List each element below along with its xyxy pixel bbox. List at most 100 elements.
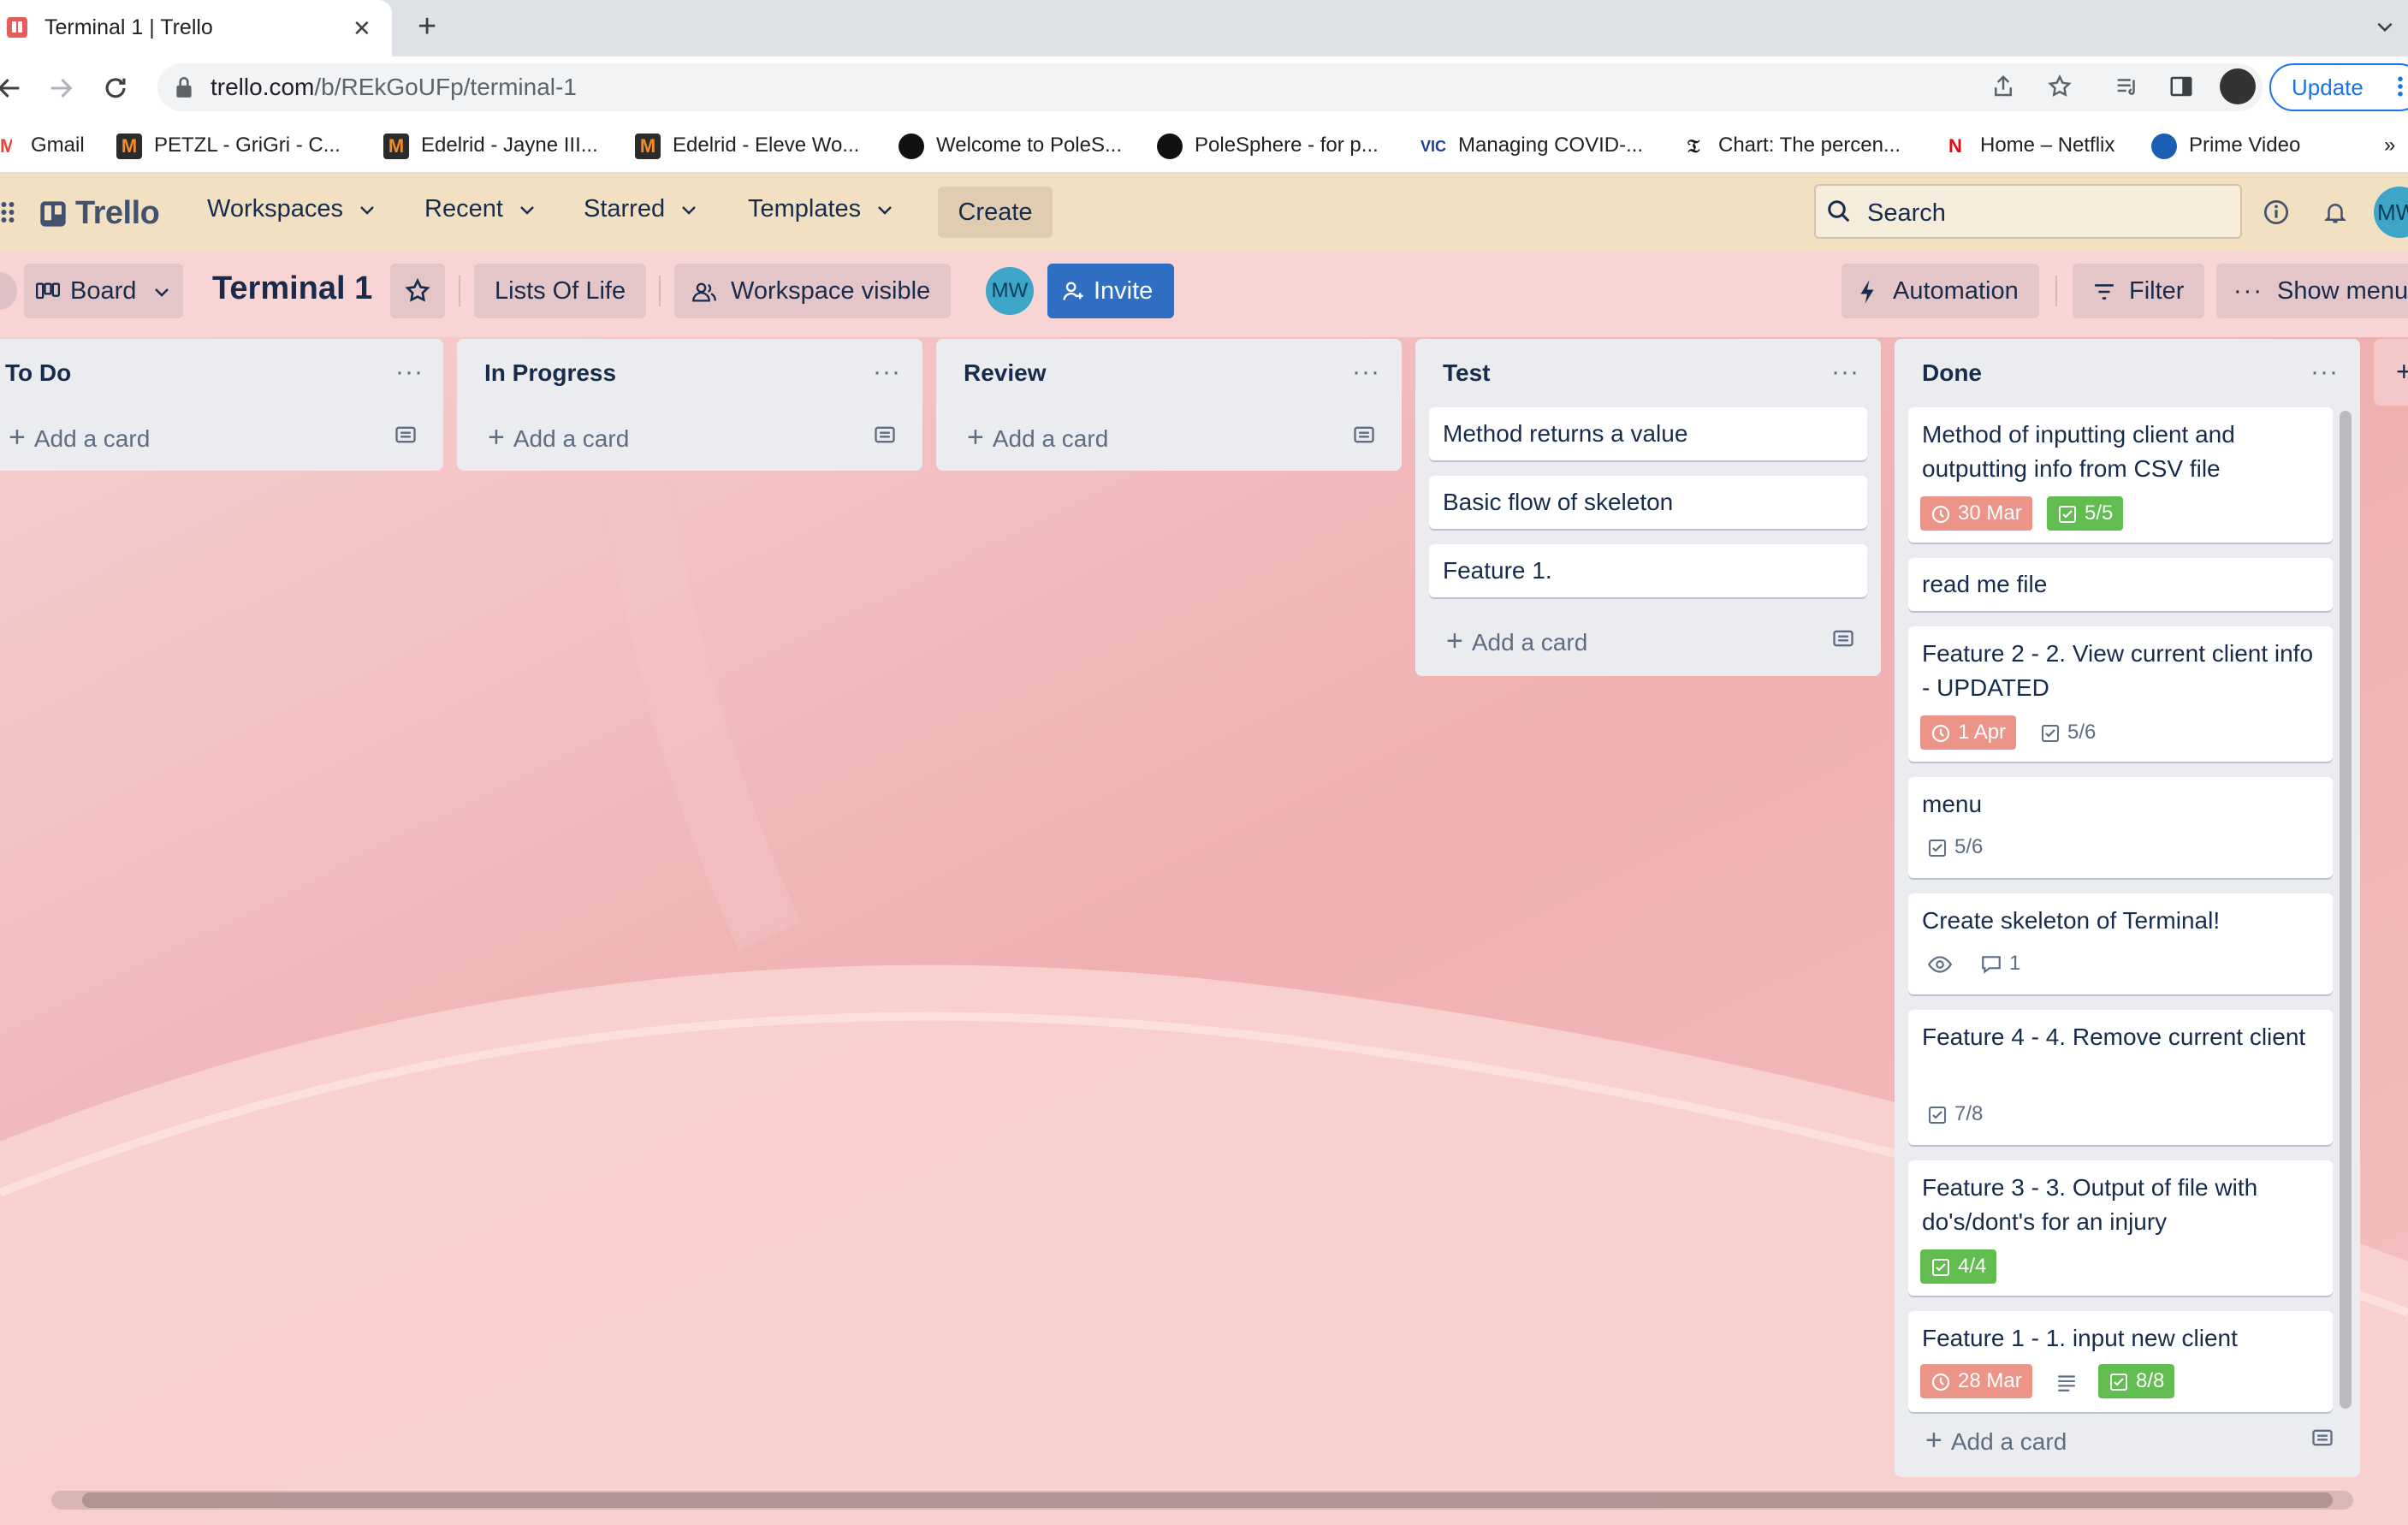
card-title: Feature 2 - 2. View current client info … (1922, 640, 2314, 701)
bookmark-chart[interactable]: 𝔗 Chart: The percen... (1681, 132, 1901, 159)
card-title: Method of inputting client and outputtin… (1922, 421, 2235, 482)
create-from-template-icon[interactable] (873, 423, 897, 447)
lock-icon[interactable] (173, 75, 195, 99)
card[interactable]: Feature 2 - 2. View current client info … (1908, 626, 2333, 762)
board-view-switcher[interactable]: Board (24, 264, 183, 318)
nav-label: Workspaces (207, 195, 344, 223)
card[interactable]: Create skeleton of Terminal! 1 (1908, 893, 2333, 994)
bookmark-prime-video[interactable]: Prime Video (2151, 132, 2300, 159)
add-card-button[interactable]: + Add a card (488, 421, 629, 454)
card[interactable]: Feature 1 - 1. input new client 28 Mar 8… (1908, 1311, 2333, 1412)
visibility-button[interactable]: Workspace visible (674, 264, 952, 318)
create-from-template-icon[interactable] (1352, 423, 1376, 447)
clock-icon (1931, 1373, 1950, 1391)
bookmark-polesphere[interactable]: PoleSphere - for p... (1157, 132, 1379, 159)
url-text[interactable]: trello.com/b/REkGoUFp/terminal-1 (211, 74, 577, 101)
bookmarks-overflow[interactable]: » (2384, 132, 2395, 159)
search-icon (1828, 200, 1850, 223)
card-title: Feature 1. (1443, 557, 1552, 584)
list-scrollbar[interactable] (2340, 411, 2352, 1409)
share-icon[interactable] (1990, 74, 2016, 99)
add-list-plus-icon: + (2396, 356, 2408, 387)
tab-search-chevron-icon[interactable] (2374, 15, 2396, 38)
notifications-bell-icon[interactable] (2322, 199, 2348, 226)
create-from-template-icon[interactable] (2310, 1426, 2334, 1450)
due-date-badge[interactable]: 30 Mar (1920, 496, 2032, 531)
bookmark-edelrid-eleve[interactable]: M Edelrid - Eleve Wo... (635, 132, 859, 159)
recent-menu[interactable]: Recent (424, 195, 537, 223)
bookmark-covid[interactable]: VIC Managing COVID-... (1420, 132, 1643, 159)
reload-icon[interactable] (101, 74, 130, 103)
card[interactable]: Feature 1. (1429, 544, 1867, 597)
list-title[interactable]: To Do (5, 359, 71, 387)
list-menu-icon[interactable]: ··· (395, 358, 424, 387)
bookmark-star-icon[interactable] (2047, 74, 2073, 99)
due-date-badge[interactable]: 1 Apr (1920, 715, 2017, 750)
trello-logo[interactable]: Trello (39, 195, 160, 232)
checklist-icon (1932, 1258, 1949, 1276)
add-card-button[interactable]: + Add a card (9, 421, 150, 454)
workspace-button[interactable]: Lists Of Life (474, 264, 647, 318)
board-scroll-thumb[interactable] (82, 1492, 2333, 1508)
watching-badge (1920, 946, 1966, 981)
back-arrow-icon[interactable] (0, 74, 24, 103)
chrome-menu-icon[interactable] (2396, 74, 2405, 99)
card[interactable]: Basic flow of skeleton (1429, 476, 1867, 529)
close-tab-icon[interactable]: ✕ (353, 15, 371, 42)
list-menu-icon[interactable]: ··· (1831, 358, 1859, 387)
bookmark-petzl[interactable]: M PETZL - GriGri - C... (116, 132, 341, 159)
card[interactable]: menu 5/6 (1908, 777, 2333, 878)
due-date-badge[interactable]: 28 Mar (1920, 1364, 2032, 1398)
checklist-icon (2042, 724, 2059, 742)
info-icon[interactable] (2263, 199, 2290, 226)
card[interactable]: Feature 3 - 3. Output of file with do's/… (1908, 1160, 2333, 1296)
add-card-label: Add a card (1950, 1428, 2067, 1455)
board-member-avatar[interactable]: MW (986, 267, 1034, 315)
starred-menu[interactable]: Starred (584, 195, 699, 223)
bookmark-edelrid-jayne[interactable]: M Edelrid - Jayne III... (383, 132, 598, 159)
automation-button[interactable]: Automation (1842, 264, 2039, 318)
list-menu-icon[interactable]: ··· (1352, 358, 1380, 387)
card-title: read me file (1922, 571, 2048, 597)
workspaces-menu[interactable]: Workspaces (207, 195, 377, 223)
list-title[interactable]: Review (964, 359, 1047, 387)
chrome-profile-avatar[interactable] (2220, 68, 2256, 104)
show-menu-button[interactable]: ··· Show menu (2216, 264, 2408, 318)
bookmark-netflix[interactable]: N Home – Netflix (1942, 132, 2114, 159)
create-from-template-icon[interactable] (1831, 626, 1855, 650)
update-button[interactable]: Update (2269, 63, 2408, 111)
bookmark-polesphere-welcome[interactable]: Welcome to PoleS... (899, 132, 1122, 159)
list-menu-icon[interactable]: ··· (2310, 358, 2339, 387)
media-queue-icon[interactable] (2114, 74, 2141, 99)
create-from-template-icon[interactable] (394, 423, 418, 447)
side-panel-icon[interactable] (2168, 74, 2194, 99)
bookmark-gmail[interactable]: M Gmail (0, 132, 85, 159)
app-switcher-icon[interactable] (0, 200, 15, 224)
chevron-down-icon (682, 206, 697, 216)
badge-text: 30 Mar (1958, 501, 2022, 525)
card[interactable]: Feature 4 - 4. Remove current client 7/8 (1908, 1010, 2333, 1145)
templates-menu[interactable]: Templates (748, 195, 895, 223)
board-title[interactable]: Terminal 1 (212, 270, 372, 307)
new-tab-icon[interactable]: + (418, 10, 436, 43)
star-board-button[interactable] (390, 264, 445, 318)
card-title: Method returns a value (1443, 420, 1688, 447)
invite-button[interactable]: Invite (1047, 264, 1174, 318)
create-button[interactable]: Create (938, 187, 1053, 238)
card[interactable]: Method of inputting client and outputtin… (1908, 407, 2333, 543)
add-card-button[interactable]: + Add a card (967, 421, 1108, 454)
forward-arrow-icon[interactable] (46, 74, 75, 103)
list-menu-icon[interactable]: ··· (873, 358, 901, 387)
m-icon: M (635, 133, 661, 159)
polesphere-icon (1157, 133, 1183, 159)
sidebar-toggle[interactable] (0, 272, 17, 310)
add-card-button[interactable]: + Add a card (1446, 625, 1587, 658)
card[interactable]: Method returns a value (1429, 407, 1867, 460)
list-title[interactable]: In Progress (484, 359, 616, 387)
card[interactable]: read me file (1908, 558, 2333, 611)
add-card-button[interactable]: + Add a card (1925, 1424, 2067, 1457)
checklist-badge: 4/4 (1920, 1249, 1997, 1284)
list-title[interactable]: Done (1922, 359, 1982, 387)
list-title[interactable]: Test (1443, 359, 1491, 387)
filter-button[interactable]: Filter (2073, 264, 2205, 318)
